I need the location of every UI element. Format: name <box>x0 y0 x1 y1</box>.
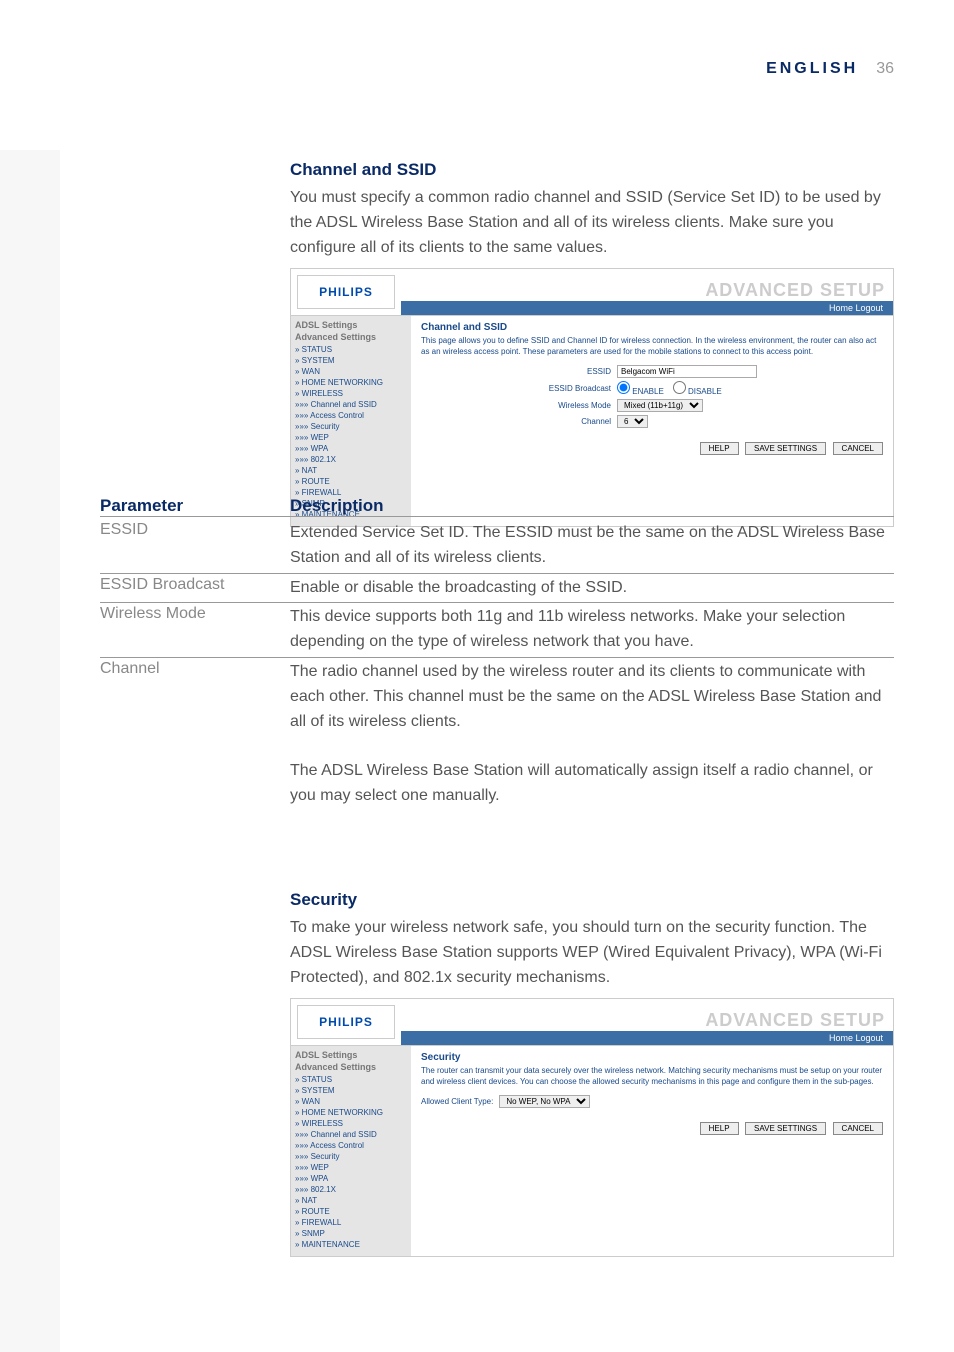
essid-input[interactable] <box>617 365 757 378</box>
mode-select[interactable]: Mixed (11b+11g) <box>617 399 703 412</box>
advanced-setup-label: ADVANCED SETUP <box>705 280 893 301</box>
sidebar-nav: ADSL Settings Advanced Settings » STATUS… <box>291 1046 411 1256</box>
param-desc: Enable or disable the broadcasting of th… <box>290 576 894 601</box>
nav-item[interactable]: » ROUTE <box>295 1206 407 1217</box>
content-description: This page allows you to define SSID and … <box>421 336 883 357</box>
param-header-parameter: Parameter <box>100 496 290 516</box>
param-desc: This device supports both 11g and 11b wi… <box>290 605 894 655</box>
broadcast-label: ESSID Broadcast <box>421 384 611 393</box>
nav-item[interactable]: »»» 802.1X <box>295 454 407 465</box>
nav-item[interactable]: »»» Access Control <box>295 1140 407 1151</box>
screenshot-channel-ssid: PHILIPS ADVANCED SETUP Home Logout ADSL … <box>290 268 894 527</box>
nav-item[interactable]: »»» 802.1X <box>295 1184 407 1195</box>
save-settings-button[interactable]: SAVE SETTINGS <box>745 1122 826 1135</box>
nav-item[interactable]: » MAINTENANCE <box>295 1239 407 1250</box>
nav-item[interactable]: » SYSTEM <box>295 1085 407 1096</box>
nav-heading-advanced: Advanced Settings <box>295 332 407 342</box>
broadcast-enable-text: ENABLE <box>632 387 664 396</box>
nav-item[interactable]: »»» WEP <box>295 1162 407 1173</box>
content-description: The router can transmit your data secure… <box>421 1066 883 1087</box>
client-type-select[interactable]: No WEP, No WPA <box>499 1095 590 1108</box>
content-title: Security <box>421 1052 883 1063</box>
page-header: ENGLISH 36 <box>60 60 894 78</box>
nav-item[interactable]: » SNMP <box>295 1228 407 1239</box>
nav-item[interactable]: »»» Channel and SSID <box>295 399 407 410</box>
language-label: ENGLISH <box>766 60 858 78</box>
broadcast-disable-text: DISABLE <box>688 387 722 396</box>
broadcast-disable-radio[interactable] <box>673 381 686 394</box>
nav-item[interactable]: »»» Security <box>295 421 407 432</box>
param-name: Wireless Mode <box>100 605 290 655</box>
essid-label: ESSID <box>421 367 611 376</box>
save-settings-button[interactable]: SAVE SETTINGS <box>745 442 826 455</box>
help-button[interactable]: HELP <box>700 1122 739 1135</box>
top-links[interactable]: Home Logout <box>401 301 893 315</box>
channel-label: Channel <box>421 417 611 426</box>
section-channel-title: Channel and SSID <box>290 160 894 180</box>
nav-item[interactable]: » WAN <box>295 1096 407 1107</box>
param-desc: The radio channel used by the wireless r… <box>290 663 881 730</box>
nav-item[interactable]: » NAT <box>295 465 407 476</box>
screenshot-security: PHILIPS ADVANCED SETUP Home Logout ADSL … <box>290 998 894 1257</box>
philips-logo: PHILIPS <box>297 275 395 309</box>
section-security-title: Security <box>290 890 894 910</box>
nav-item[interactable]: » WAN <box>295 366 407 377</box>
nav-heading-adsl: ADSL Settings <box>295 1050 407 1060</box>
nav-item[interactable]: » HOME NETWORKING <box>295 1107 407 1118</box>
nav-item[interactable]: » WIRELESS <box>295 1118 407 1129</box>
page-number: 36 <box>876 60 894 78</box>
page-left-band <box>0 150 60 1352</box>
help-button[interactable]: HELP <box>700 442 739 455</box>
cancel-button[interactable]: CANCEL <box>833 442 883 455</box>
philips-logo: PHILIPS <box>297 1005 395 1039</box>
nav-item[interactable]: »»» WPA <box>295 443 407 454</box>
param-channel-extra: The ADSL Wireless Base Station will auto… <box>290 762 873 804</box>
channel-select[interactable]: 6 <box>617 415 648 428</box>
nav-item[interactable]: » SYSTEM <box>295 355 407 366</box>
nav-item[interactable]: » FIREWALL <box>295 1217 407 1228</box>
nav-item[interactable]: »»» Security <box>295 1151 407 1162</box>
nav-item[interactable]: » NAT <box>295 1195 407 1206</box>
param-name: Channel <box>100 660 290 809</box>
nav-heading-advanced: Advanced Settings <box>295 1062 407 1072</box>
broadcast-enable-radio[interactable] <box>617 381 630 394</box>
param-header-description: Description <box>290 496 894 516</box>
section-security-para: To make your wireless network safe, you … <box>290 916 894 990</box>
nav-item[interactable]: » STATUS <box>295 344 407 355</box>
content-title: Channel and SSID <box>421 322 883 333</box>
nav-item[interactable]: »»» WPA <box>295 1173 407 1184</box>
advanced-setup-label: ADVANCED SETUP <box>705 1010 893 1031</box>
nav-item[interactable]: »»» Channel and SSID <box>295 1129 407 1140</box>
param-name: ESSID Broadcast <box>100 576 290 601</box>
nav-item[interactable]: » WIRELESS <box>295 388 407 399</box>
top-links[interactable]: Home Logout <box>401 1031 893 1045</box>
nav-item[interactable]: »»» Access Control <box>295 410 407 421</box>
parameter-table: Parameter Description ESSID Extended Ser… <box>100 496 894 811</box>
nav-item[interactable]: » STATUS <box>295 1074 407 1085</box>
nav-heading-adsl: ADSL Settings <box>295 320 407 330</box>
param-desc: Extended Service Set ID. The ESSID must … <box>290 521 894 571</box>
client-type-label: Allowed Client Type: <box>421 1097 493 1106</box>
mode-label: Wireless Mode <box>421 401 611 410</box>
param-name: ESSID <box>100 521 290 571</box>
cancel-button[interactable]: CANCEL <box>833 1122 883 1135</box>
section-channel-para: You must specify a common radio channel … <box>290 186 894 260</box>
nav-item[interactable]: »»» WEP <box>295 432 407 443</box>
nav-item[interactable]: » ROUTE <box>295 476 407 487</box>
sidebar-nav: ADSL Settings Advanced Settings » STATUS… <box>291 316 411 526</box>
nav-item[interactable]: » HOME NETWORKING <box>295 377 407 388</box>
